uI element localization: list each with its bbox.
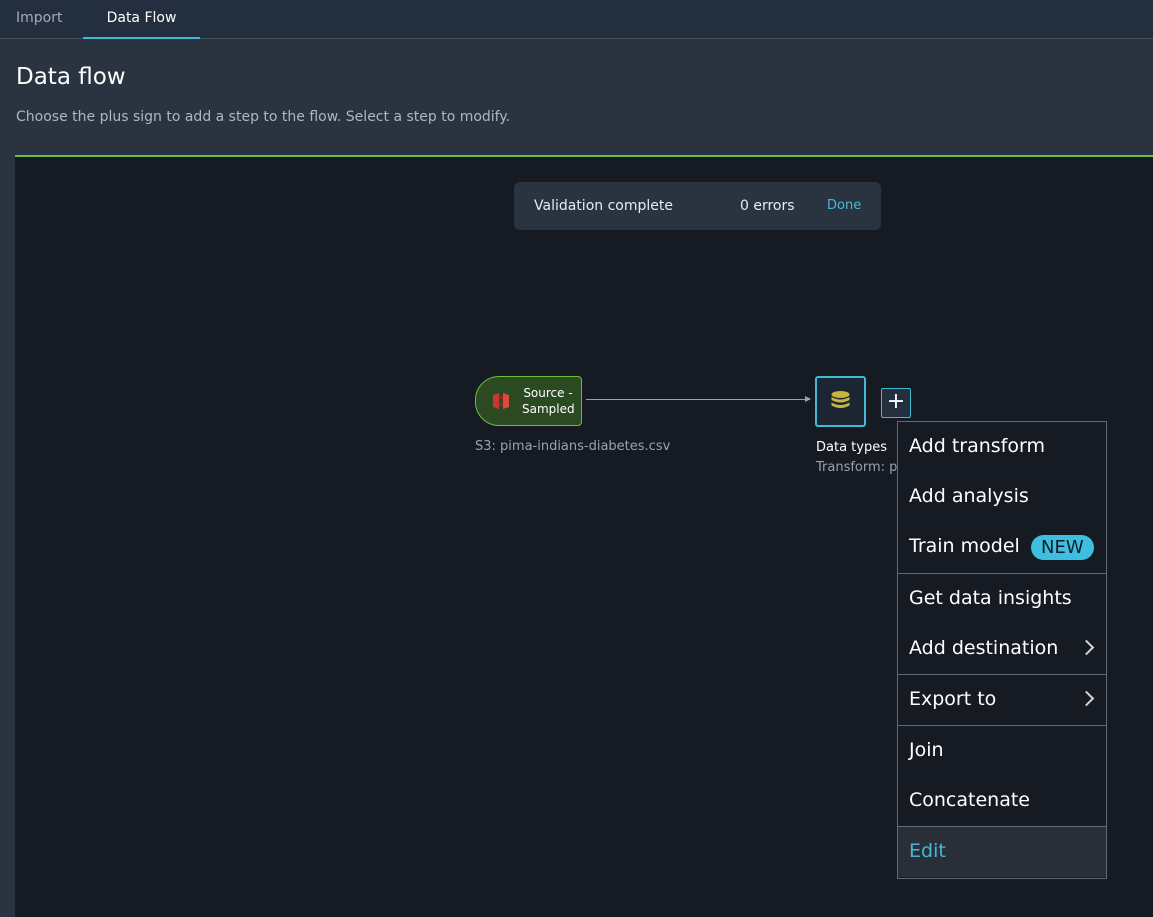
s3-bucket-icon [490, 390, 512, 412]
page-description: Choose the plus sign to add a step to th… [16, 109, 511, 125]
menu-item-add-analysis[interactable]: Add analysis [898, 472, 1106, 522]
menu-item-label: Add analysis [909, 485, 1029, 507]
menu-item-label: Edit [909, 840, 946, 862]
tab-import[interactable]: Import [16, 0, 62, 38]
validation-banner: Validation complete 0 errors Done [514, 182, 881, 230]
menu-item-label: Concatenate [909, 789, 1030, 811]
source-node-label-line2: Sampled [522, 402, 575, 416]
menu-item-add-destination[interactable]: Add destination [898, 624, 1106, 674]
data-types-node-title: Data types [816, 440, 887, 455]
chevron-right-icon [1078, 690, 1095, 707]
menu-item-label: Get data insights [909, 587, 1072, 609]
menu-item-label: Add transform [909, 435, 1045, 457]
new-badge: NEW [1031, 535, 1094, 560]
menu-item-edit[interactable]: Edit [898, 827, 1106, 877]
validation-error-count: 0 errors [740, 198, 795, 214]
data-types-node[interactable] [815, 376, 866, 427]
flow-connector [586, 396, 811, 402]
menu-item-concatenate[interactable]: Concatenate [898, 776, 1106, 826]
menu-item-export-to[interactable]: Export to [898, 675, 1106, 725]
menu-item-get-data-insights[interactable]: Get data insights [898, 574, 1106, 624]
page-title: Data flow [16, 64, 126, 90]
menu-item-label: Export to [909, 688, 997, 710]
menu-item-add-transform[interactable]: Add transform [898, 422, 1106, 472]
menu-item-join[interactable]: Join [898, 726, 1106, 776]
database-icon [831, 391, 850, 408]
tab-data-flow[interactable]: Data Flow [83, 0, 200, 39]
menu-item-label: Add destination [909, 637, 1059, 659]
source-node-label: Source - Sampled [522, 385, 575, 417]
source-node-label-line1: Source - [523, 386, 573, 400]
data-types-node-subtitle: Transform: pi [816, 460, 898, 475]
source-node-caption: S3: pima-indians-diabetes.csv [475, 439, 671, 454]
add-step-button[interactable]: + [881, 388, 911, 418]
menu-item-label: Join [909, 739, 944, 761]
source-node[interactable]: Source - Sampled [475, 376, 582, 426]
add-step-menu: Add transform Add analysis Train model N… [897, 421, 1107, 879]
validation-status: Validation complete [534, 198, 673, 214]
validation-done-button[interactable]: Done [827, 198, 861, 213]
chevron-right-icon [1078, 639, 1095, 656]
tab-bar: Import Data Flow [0, 0, 1153, 39]
menu-item-train-model[interactable]: Train model NEW [898, 522, 1106, 572]
menu-item-label: Train model [909, 535, 1020, 557]
